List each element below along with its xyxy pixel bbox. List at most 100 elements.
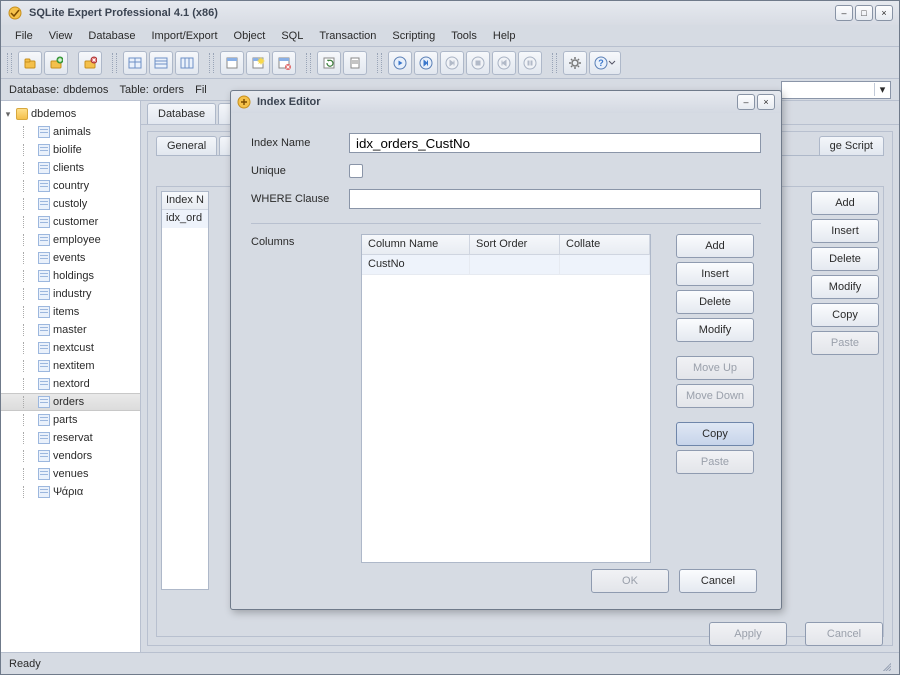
copy-button[interactable]: Copy [811, 303, 879, 327]
col-insert-button[interactable]: Insert [676, 262, 754, 286]
grid-cell-collate[interactable] [560, 255, 650, 275]
grid-header-name[interactable]: Column Name [362, 235, 470, 255]
col-add-button[interactable]: Add [676, 234, 754, 258]
tree-item-events[interactable]: events [1, 249, 140, 267]
tb-refresh-icon[interactable] [317, 51, 341, 75]
dialog-close-button[interactable]: × [757, 94, 775, 110]
tree-item-nextcust[interactable]: nextcust [1, 339, 140, 357]
tree-item-holdings[interactable]: holdings [1, 267, 140, 285]
tb-table-icon-3[interactable] [175, 51, 199, 75]
insert-button[interactable]: Insert [811, 219, 879, 243]
index-list-row[interactable]: idx_ord [162, 210, 208, 228]
tree-root[interactable]: ▾ dbdemos [1, 105, 140, 123]
maximize-button[interactable]: □ [855, 5, 873, 21]
tb-help-icon[interactable]: ? [589, 51, 621, 75]
tb-script-icon[interactable] [343, 51, 367, 75]
tb-new-db-icon[interactable] [44, 51, 68, 75]
menu-tools[interactable]: Tools [443, 27, 485, 45]
toolbar-grip-4[interactable] [306, 53, 311, 73]
menu-import-export[interactable]: Import/Export [143, 27, 225, 45]
minimize-button[interactable]: – [835, 5, 853, 21]
toolbar-grip-3[interactable] [209, 53, 214, 73]
tree-item-clients[interactable]: clients [1, 159, 140, 177]
grid-cell-name[interactable]: CustNo [362, 255, 470, 275]
dialog-minimize-button[interactable]: – [737, 94, 755, 110]
tree-item-reservat[interactable]: reservat [1, 429, 140, 447]
tree-item-country[interactable]: country [1, 177, 140, 195]
where-label: WHERE Clause [251, 193, 343, 205]
dialog-cancel-button[interactable]: Cancel [679, 569, 757, 593]
tree-item-industry[interactable]: industry [1, 285, 140, 303]
toolbar-grip-6[interactable] [552, 53, 557, 73]
modify-button[interactable]: Modify [811, 275, 879, 299]
status-text: Ready [9, 658, 41, 670]
tree-item-label: clients [53, 162, 84, 174]
tb-table-icon-2[interactable] [149, 51, 173, 75]
menu-scripting[interactable]: Scripting [384, 27, 443, 45]
unique-checkbox[interactable] [349, 164, 363, 178]
grid-cell-sort[interactable] [470, 255, 560, 275]
menu-transaction[interactable]: Transaction [311, 27, 384, 45]
dialog-footer: OK Cancel [251, 563, 761, 599]
tree-collapse-icon[interactable]: ▾ [3, 109, 13, 120]
tb-cal-del-icon[interactable] [272, 51, 296, 75]
col-modify-button[interactable]: Modify [676, 318, 754, 342]
col-delete-button[interactable]: Delete [676, 290, 754, 314]
tb-play-alt-icon[interactable] [414, 51, 438, 75]
toolbar-grip-5[interactable] [377, 53, 382, 73]
resize-grip[interactable] [877, 657, 891, 671]
database-tree[interactable]: ▾ dbdemos animalsbiolifeclientscountrycu… [1, 101, 141, 652]
menu-database[interactable]: Database [80, 27, 143, 45]
tree-item-vendors[interactable]: vendors [1, 447, 140, 465]
tree-item-master[interactable]: master [1, 321, 140, 339]
grid-header-sort[interactable]: Sort Order [470, 235, 560, 255]
tree-item-customer[interactable]: customer [1, 213, 140, 231]
tree-item-orders[interactable]: orders [1, 393, 140, 411]
index-name-input[interactable] [349, 133, 761, 153]
close-button[interactable]: × [875, 5, 893, 21]
tree-item-biolife[interactable]: biolife [1, 141, 140, 159]
tab-database[interactable]: Database [147, 103, 216, 124]
menu-file[interactable]: File [7, 27, 41, 45]
tree-item-Ψάρια[interactable]: Ψάρια [1, 483, 140, 501]
columns-grid[interactable]: Column Name Sort Order Collate CustNo [361, 234, 651, 563]
tree-item-nextord[interactable]: nextord [1, 375, 140, 393]
menu-object[interactable]: Object [226, 27, 274, 45]
grid-header-collate[interactable]: Collate [560, 235, 650, 255]
col-copy-button[interactable]: Copy [676, 422, 754, 446]
tree-item-venues[interactable]: venues [1, 465, 140, 483]
tb-play-icon[interactable] [388, 51, 412, 75]
tree-item-nextitem[interactable]: nextitem [1, 357, 140, 375]
index-list-header[interactable]: Index N [162, 192, 208, 210]
add-button[interactable]: Add [811, 191, 879, 215]
delete-button[interactable]: Delete [811, 247, 879, 271]
tb-prev-icon[interactable] [492, 51, 516, 75]
tb-open-db-icon[interactable] [18, 51, 42, 75]
tree-item-custoly[interactable]: custoly [1, 195, 140, 213]
encoding-combo[interactable]: ▾ [781, 81, 891, 99]
tb-cal-new-icon[interactable] [246, 51, 270, 75]
tree-item-employee[interactable]: employee [1, 231, 140, 249]
menu-help[interactable]: Help [485, 27, 524, 45]
tb-close-db-icon[interactable] [78, 51, 102, 75]
menu-view[interactable]: View [41, 27, 81, 45]
tb-cal-icon[interactable] [220, 51, 244, 75]
tb-stop-icon[interactable] [466, 51, 490, 75]
tree-item-animals[interactable]: animals [1, 123, 140, 141]
tb-next-icon[interactable] [440, 51, 464, 75]
table-icon [37, 179, 51, 193]
table-icon [37, 287, 51, 301]
index-list[interactable]: Index N idx_ord [161, 191, 209, 590]
grid-row[interactable]: CustNo [362, 255, 650, 275]
toolbar-grip[interactable] [7, 53, 12, 73]
tree-item-items[interactable]: items [1, 303, 140, 321]
toolbar-grip-2[interactable] [112, 53, 117, 73]
inner-tab-script-cut[interactable]: ge Script [819, 136, 884, 155]
tb-table-icon-1[interactable] [123, 51, 147, 75]
tb-pause-icon[interactable] [518, 51, 542, 75]
tree-item-parts[interactable]: parts [1, 411, 140, 429]
tb-settings-icon[interactable] [563, 51, 587, 75]
inner-tab-general[interactable]: General [156, 136, 217, 155]
menu-sql[interactable]: SQL [273, 27, 311, 45]
where-input[interactable] [349, 189, 761, 209]
